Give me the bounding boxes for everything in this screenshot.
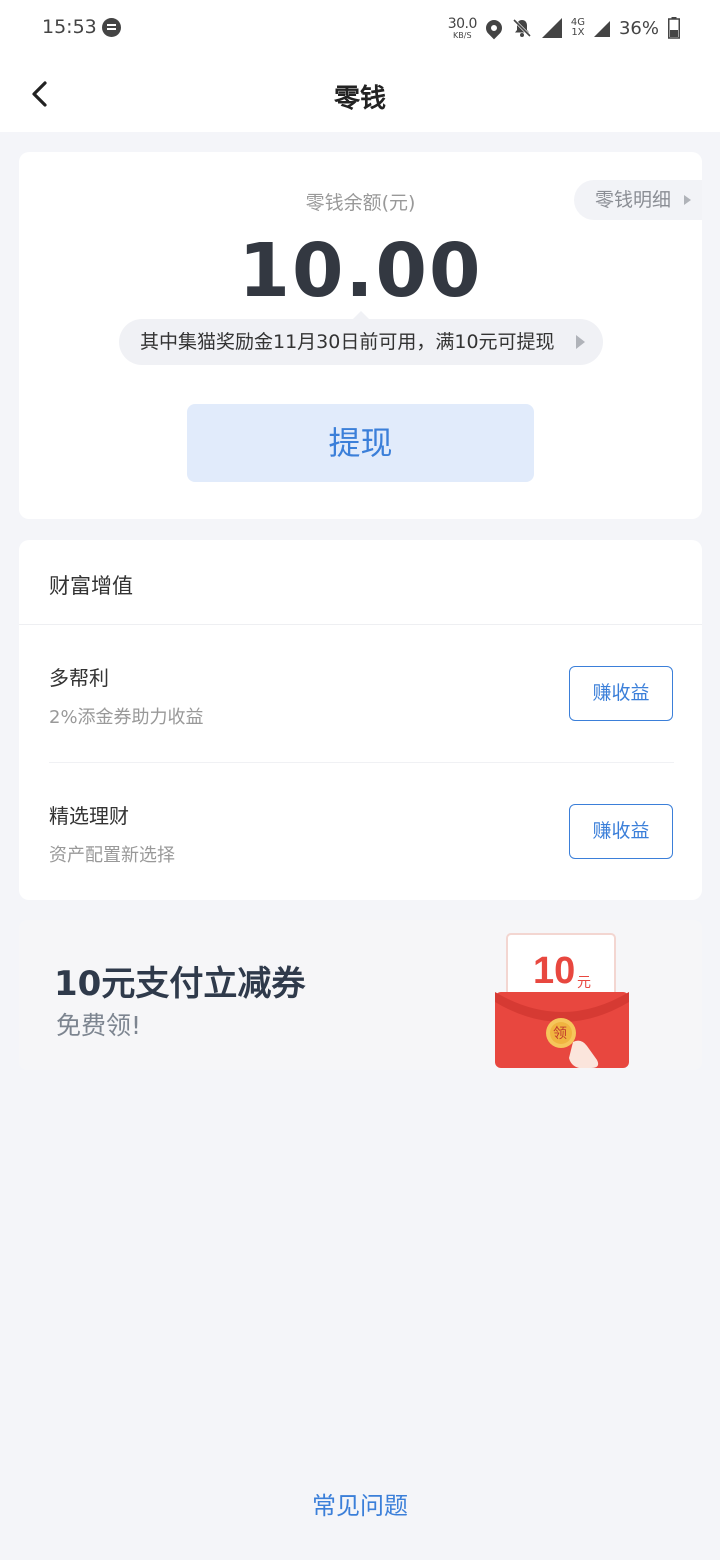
coupon-claim: 领: [553, 1026, 567, 1042]
signal-2-icon: [593, 19, 610, 37]
balance-detail-link[interactable]: 零钱明细: [574, 180, 702, 220]
status-bar: 15:53 30.0 KB/S 4G 1X 36%: [0, 0, 720, 56]
net-speed-unit: KB/S: [453, 30, 472, 40]
battery-percent: 36%: [618, 17, 659, 39]
page-title: 零钱: [333, 84, 386, 114]
network-type: 4G 1X: [571, 18, 585, 38]
battery-icon: [668, 17, 680, 39]
net-speed: 30.0 KB/S: [447, 15, 478, 40]
caret-right-icon: [576, 335, 585, 349]
red-packet-image: 10 元 领: [493, 932, 633, 1070]
banner-subtitle: 免费领!: [56, 1011, 142, 1040]
wealth-item-subtitle: 资产配置新选择: [49, 845, 175, 866]
caret-right-icon: [684, 195, 691, 205]
wealth-item-subtitle: 2%添金券助力收益: [49, 707, 204, 728]
balance-card: 零钱余额(元) 零钱明细 10.00 其中集猫奖励金11月30日前可用，满10元…: [19, 152, 702, 519]
location-icon: [482, 16, 506, 40]
coupon-banner[interactable]: 10元支付立减券 免费领! 10 元 领: [19, 920, 702, 1070]
divider: [49, 762, 674, 763]
earn-income-button[interactable]: 赚收益: [569, 666, 673, 721]
reward-notice[interactable]: 其中集猫奖励金11月30日前可用，满10元可提现: [119, 311, 603, 365]
banner-title: 10元支付立减券: [54, 964, 306, 1004]
app-header: 零钱: [0, 56, 720, 132]
net-speed-value: 30.0: [447, 15, 478, 32]
balance-amount: 10.00: [238, 228, 483, 314]
message-notification-icon: [102, 18, 121, 37]
withdraw-button[interactable]: 提现: [187, 404, 534, 482]
coupon-amount: 10: [533, 950, 576, 992]
wealth-card: 财富增值 多帮利 2%添金券助力收益 赚收益 精选理财 资产配置新选择 赚收益: [19, 540, 702, 900]
faq-link[interactable]: 常见问题: [0, 1486, 720, 1521]
wealth-section-title: 财富增值: [49, 574, 133, 598]
wealth-item-title: 精选理财: [49, 804, 129, 828]
earn-income-button[interactable]: 赚收益: [569, 804, 673, 859]
balance-detail-label: 零钱明细: [595, 189, 672, 211]
coupon-unit: 元: [577, 975, 591, 991]
status-icons: 30.0 KB/S 4G 1X 36%: [448, 12, 680, 44]
bell-muted-icon: [511, 17, 533, 39]
divider: [19, 624, 702, 625]
reward-notice-text: 其中集猫奖励金11月30日前可用，满10元可提现: [140, 331, 555, 353]
wealth-item-title: 多帮利: [49, 666, 109, 690]
signal-icon: [541, 18, 562, 38]
status-time: 15:53: [42, 16, 97, 38]
network-type-bottom: 1X: [571, 27, 585, 38]
